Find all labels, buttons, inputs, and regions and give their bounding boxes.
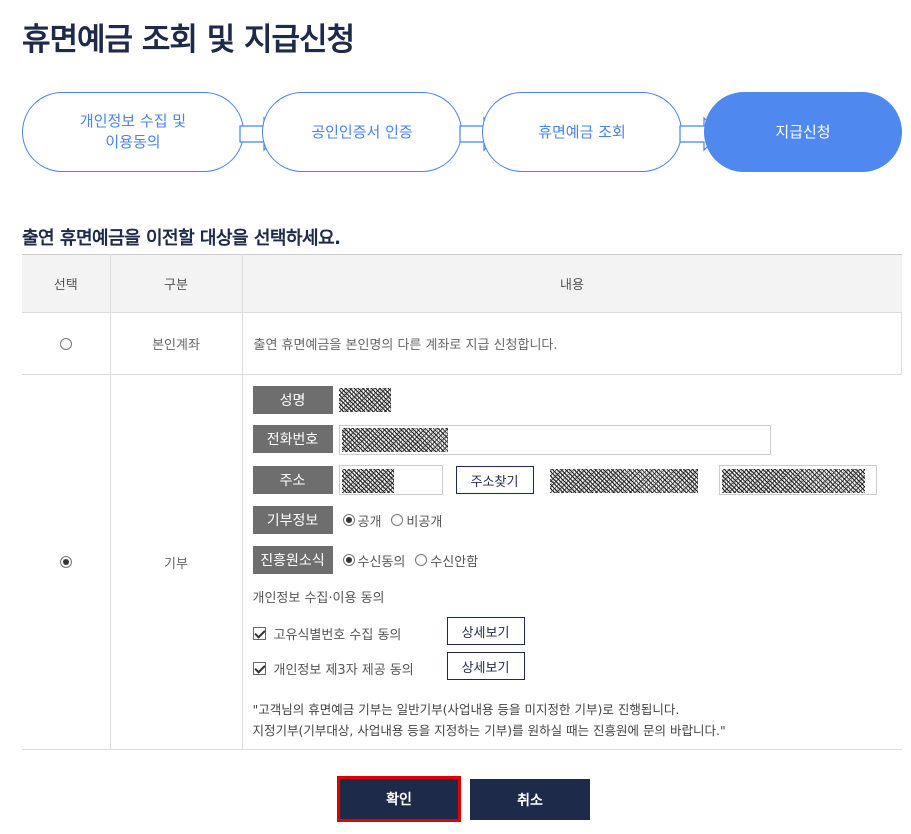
phone-input[interactable] <box>338 425 771 455</box>
transfer-target-table: 선택 구분 내용 본인계좌 출연 휴면예금을 본인명의 다른 계좌로 지급 신청… <box>22 254 902 750</box>
consent-row: 개인정보 제3자 제공 동의 <box>252 659 414 678</box>
own-account-radio[interactable] <box>59 337 72 350</box>
address-detail-input[interactable] <box>718 465 877 495</box>
cancel-button[interactable]: 취소 <box>470 779 590 820</box>
notice-options: 수신동의 수신안함 <box>342 550 479 570</box>
step-dormant-lookup: 휴면예금 조회 <box>482 92 682 172</box>
step-label: 공인인증서 인증 <box>311 122 413 141</box>
address-search-button[interactable]: 주소찾기 <box>455 466 534 494</box>
step-certificate-auth: 공인인증서 인증 <box>262 92 462 172</box>
consent-label: 개인정보 제3자 제공 동의 <box>273 663 414 678</box>
header-select: 선택 <box>22 254 111 313</box>
note-line: 지정기부(기부대상, 사업내용 등을 지정하는 기부)를 원하실 때는 진흥원에… <box>252 723 726 738</box>
public-radio[interactable] <box>342 514 355 526</box>
detail-view-button[interactable]: 상세보기 <box>446 617 525 645</box>
phone-label: 전화번호 <box>252 425 333 453</box>
progress-steps: 개인정보 수집 및이용동의 공인인증서 인증 휴면예금 조회 지급신청 <box>22 92 902 174</box>
row-content: 출연 휴면예금을 본인명의 다른 계좌로 지급 신청합니다. <box>242 312 902 375</box>
step-payment-request: 지급신청 <box>704 92 902 172</box>
unique-id-consent-checkbox[interactable] <box>252 627 266 640</box>
donation-form: 성명 전화번호 주소 주소찾기 기부정보 공개 비공개 진흥원소식 수신동의 수… <box>242 374 902 750</box>
masked-postcode <box>341 469 394 493</box>
address-input[interactable] <box>547 465 702 495</box>
row-category: 기부 <box>110 374 243 750</box>
postcode-input[interactable] <box>338 465 443 495</box>
confirm-button[interactable]: 확인 <box>337 776 461 822</box>
masked-address-detail <box>721 469 865 493</box>
masked-name <box>338 388 391 412</box>
consent-row: 고유식별번호 수집 동의 <box>252 624 402 643</box>
masked-phone <box>341 428 448 452</box>
notice-decline-label: 수신안함 <box>430 554 479 570</box>
notice-decline-radio[interactable] <box>415 554 428 566</box>
notice-label: 진흥원소식 <box>252 546 333 574</box>
detail-view-button[interactable]: 상세보기 <box>446 652 525 680</box>
header-content: 내용 <box>242 254 902 313</box>
table-row: 기부 성명 전화번호 주소 주소찾기 기부정보 공개 비공개 진흥원소식 수신동… <box>22 374 902 750</box>
donation-note: "고객님의 휴면예금 기부는 일반기부(사업내용 등을 미지정한 기부)로 진행… <box>253 699 726 741</box>
notice-agree-label: 수신동의 <box>357 554 406 570</box>
page-title: 휴면예금 조회 및 지급신청 <box>22 22 355 58</box>
consent-label: 고유식별번호 수집 동의 <box>273 628 402 643</box>
privacy-title: 개인정보 수집·이용 동의 <box>252 591 385 606</box>
public-label: 공개 <box>357 514 382 530</box>
step-privacy-consent: 개인정보 수집 및이용동의 <box>22 92 244 172</box>
note-line: "고객님의 휴면예금 기부는 일반기부(사업내용 등을 미지정한 기부)로 진행… <box>252 702 680 717</box>
step-label: 지급신청 <box>775 122 831 141</box>
address-label: 주소 <box>252 466 333 494</box>
name-label: 성명 <box>252 386 333 414</box>
step-label: 이용동의 <box>105 133 161 151</box>
notice-agree-radio[interactable] <box>342 554 355 566</box>
step-label: 개인정보 수집 및 <box>79 112 187 130</box>
private-radio[interactable] <box>391 514 404 526</box>
donation-info-label: 기부정보 <box>252 506 333 534</box>
row-category: 본인계좌 <box>110 312 243 375</box>
donation-info-options: 공개 비공개 <box>342 510 443 530</box>
donation-radio[interactable] <box>59 556 72 568</box>
section-title: 출연 휴면예금을 이전할 대상을 선택하세요. <box>22 228 341 249</box>
third-party-consent-checkbox[interactable] <box>252 662 266 675</box>
table-row: 본인계좌 출연 휴면예금을 본인명의 다른 계좌로 지급 신청합니다. <box>22 312 902 375</box>
masked-address <box>549 469 698 493</box>
private-label: 비공개 <box>406 514 443 530</box>
step-label: 휴면예금 조회 <box>538 122 626 141</box>
header-category: 구분 <box>110 254 243 313</box>
